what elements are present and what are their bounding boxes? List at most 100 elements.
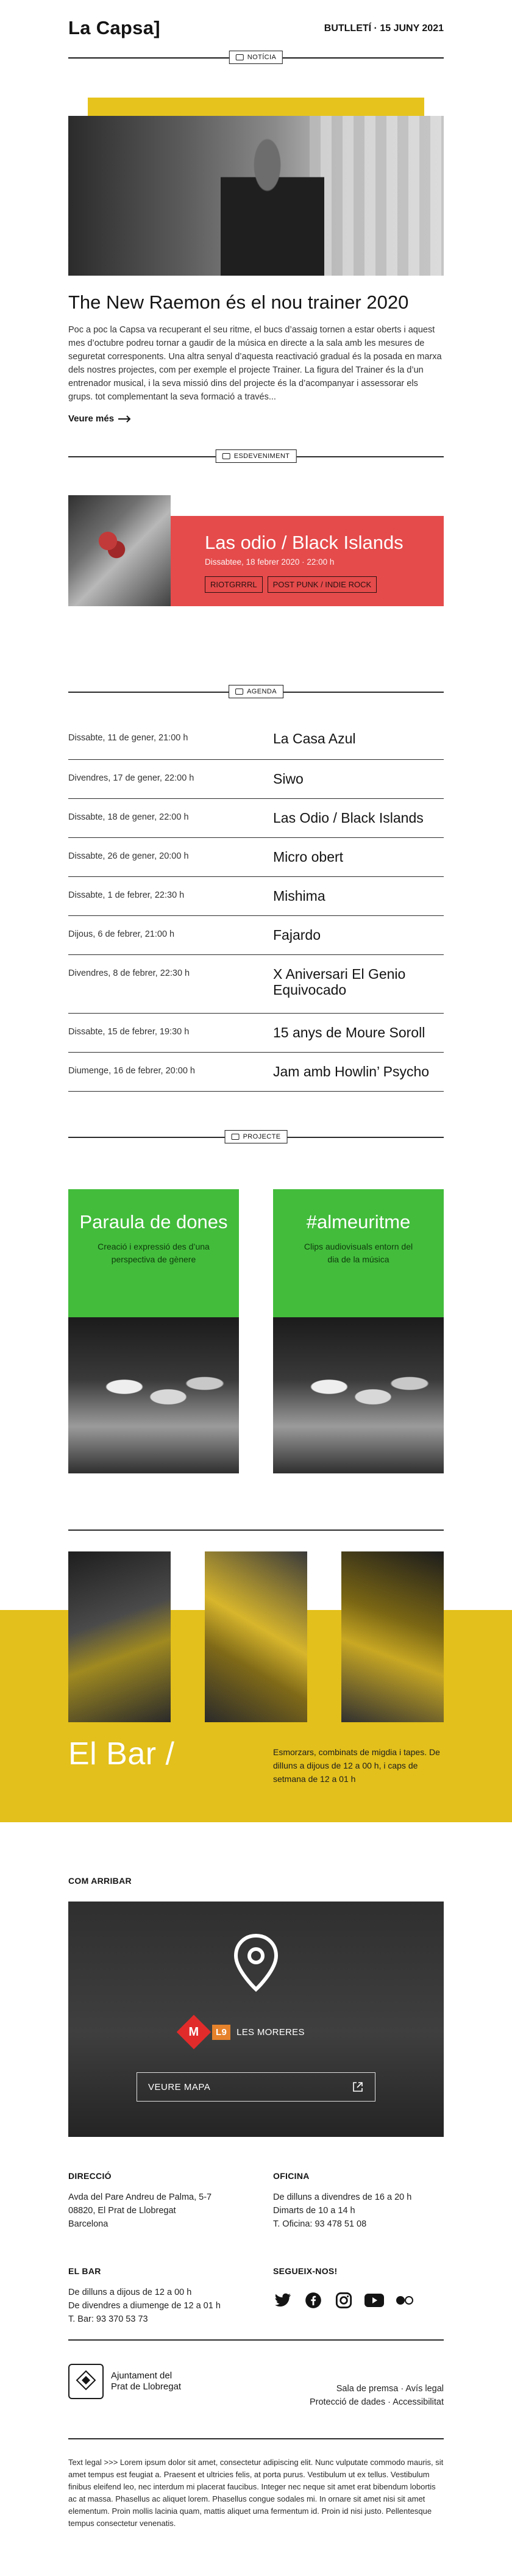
view-map-label: VEURE MAPA bbox=[148, 2081, 211, 2092]
newspaper-icon bbox=[235, 54, 244, 60]
agenda-row[interactable]: Dissabte, 26 de gener, 20:00 h Micro ober… bbox=[68, 838, 444, 877]
event-tag[interactable]: POST PUNK / INDIE ROCK bbox=[267, 576, 377, 593]
follow-heading: SEGUEIX-NOS! bbox=[273, 2266, 338, 2276]
footer-links: Sala de premsa · Avís legal Protecció de… bbox=[310, 2382, 444, 2409]
address-line: Avda del Pare Andreu de Palma, 5-7 bbox=[68, 2192, 212, 2202]
agenda-row[interactable]: Dissabte, 15 de febrer, 19:30 h 15 anys d… bbox=[68, 1014, 444, 1053]
arrow-right-icon bbox=[118, 415, 131, 423]
agenda-row[interactable]: Dissabte, 11 de gener, 21:00 h La Casa Az… bbox=[68, 720, 444, 760]
news-body: Poc a poc la Capsa va recuperant el seu … bbox=[68, 325, 442, 402]
station-name: LES MORERES bbox=[236, 2027, 305, 2038]
section-tag-news: NOTÍCIA bbox=[229, 51, 283, 64]
agenda-date: Dissabte, 11 de gener, 21:00 h bbox=[68, 733, 188, 743]
external-link-icon bbox=[353, 2082, 363, 2092]
bulletin-label: BUTLLETÍ bbox=[324, 23, 372, 34]
location-pin-icon bbox=[233, 1933, 279, 1992]
agenda-act: Mishima bbox=[273, 888, 325, 904]
map-card[interactable]: M L9 LES MORERES VEURE MAPA bbox=[68, 1902, 444, 2137]
bar-description: Esmorzars, combinats de migdia i tapes. … bbox=[273, 1747, 440, 1784]
section-tag-agenda: AGENDA bbox=[229, 685, 283, 698]
bar-title[interactable]: El Bar / bbox=[68, 1736, 175, 1772]
office-text: De dilluns a divendres de 16 a 20 h Dima… bbox=[273, 2191, 411, 2231]
legal-notice-link[interactable]: Avís legal bbox=[405, 2384, 444, 2394]
event-date: Dissabtee, 18 febrer 2020 · 22:00 h bbox=[205, 557, 335, 567]
section-tag-event: ESDEVENIMENT bbox=[215, 449, 297, 463]
agenda-date: Dissabte, 15 de febrer, 19:30 h bbox=[68, 1027, 190, 1037]
footer-divider bbox=[68, 2339, 444, 2341]
twitter-icon[interactable] bbox=[273, 2291, 293, 2310]
calendar-icon bbox=[235, 689, 244, 695]
section-tag-label: NOTÍCIA bbox=[247, 54, 277, 61]
instagram-icon[interactable] bbox=[334, 2291, 354, 2310]
office-line: Dimarts de 10 a 14 h bbox=[273, 2206, 355, 2216]
bar-divider bbox=[68, 1530, 444, 1531]
office-line[interactable]: T. Oficina: 93 478 51 08 bbox=[273, 2217, 411, 2231]
bulletin-date: 15 JUNY 2021 bbox=[380, 23, 444, 34]
agenda-row[interactable]: Dissabte, 1 de febrer, 22:30 h Mishima bbox=[68, 877, 444, 916]
read-more-link[interactable]: Veure més bbox=[68, 413, 131, 424]
project-image bbox=[273, 1317, 444, 1473]
agenda-act: Micro obert bbox=[273, 849, 344, 865]
news-image[interactable] bbox=[68, 116, 444, 276]
address-text: Avda del Pare Andreu de Palma, 5-7 08820… bbox=[68, 2191, 212, 2231]
agenda-date: Dissabte, 18 de gener, 22:00 h bbox=[68, 812, 189, 822]
stage-lights bbox=[285, 1360, 432, 1427]
view-map-button[interactable]: VEURE MAPA bbox=[137, 2072, 375, 2102]
newsletter-page: La Capsa] BUTLLETÍ · 15 JUNY 2021 NOTÍCI… bbox=[0, 0, 512, 2576]
bulletin-info: BUTLLETÍ · 15 JUNY 2021 bbox=[324, 23, 444, 34]
agenda-act: Las Odio / Black Islands bbox=[273, 810, 424, 826]
event-image[interactable] bbox=[68, 495, 171, 606]
legal-text: Text legal >>> Lorem ipsum dolor sit ame… bbox=[68, 2458, 444, 2528]
agenda-row[interactable]: Divendres, 17 de gener, 22:00 h Siwo bbox=[68, 760, 444, 799]
metro-info: M L9 LES MORERES bbox=[176, 2014, 305, 2050]
section-tag-label: PROJECTE bbox=[243, 1133, 281, 1140]
press-room-link[interactable]: Sala de premsa bbox=[336, 2384, 399, 2394]
event-card[interactable]: Las odio / Black Islands Dissabtee, 18 f… bbox=[171, 516, 444, 606]
line-badge: L9 bbox=[212, 2024, 231, 2040]
facebook-icon[interactable] bbox=[304, 2291, 323, 2310]
social-links bbox=[273, 2291, 414, 2310]
agenda-row[interactable]: Diumenge, 16 de febrer, 20:00 h Jam amb H… bbox=[68, 1053, 444, 1092]
flickr-icon[interactable] bbox=[395, 2291, 414, 2310]
project-desc: Creació i expressió des d’una perspectiv… bbox=[98, 1242, 210, 1264]
project-title: Paraula de dones bbox=[79, 1211, 228, 1233]
legal-divider bbox=[68, 2438, 444, 2439]
bar-hours-text: De dilluns a dijous de 12 a 00 h De dive… bbox=[68, 2286, 221, 2326]
agenda-date: Dissabte, 26 de gener, 20:00 h bbox=[68, 851, 189, 861]
agenda-act: Siwo bbox=[273, 771, 304, 787]
project-header: #almeuritme Clips audiovisuals entorn de… bbox=[273, 1189, 444, 1317]
agenda-date: Diumenge, 16 de febrer, 20:00 h bbox=[68, 1066, 195, 1076]
project-card[interactable]: #almeuritme Clips audiovisuals entorn de… bbox=[273, 1189, 444, 1473]
calendar-icon bbox=[222, 453, 230, 459]
link-separator: · bbox=[388, 2397, 393, 2407]
section-tag-projects: PROJECTE bbox=[224, 1130, 288, 1143]
news-title[interactable]: The New Raemon és el nou trainer 2020 bbox=[68, 292, 408, 313]
agenda-act: 15 anys de Moure Soroll bbox=[273, 1025, 425, 1040]
logo[interactable]: La Capsa] bbox=[68, 17, 160, 39]
project-image bbox=[68, 1317, 239, 1473]
directions-heading: COM ARRIBAR bbox=[68, 1876, 132, 1886]
agenda-row[interactable]: Dijous, 6 de febrer, 21:00 h Fajardo bbox=[68, 916, 444, 955]
agenda-list: Dissabte, 11 de gener, 21:00 h La Casa Az… bbox=[68, 720, 444, 1092]
address-heading: DIRECCIÓ bbox=[68, 2171, 112, 2181]
read-more-label: Veure més bbox=[68, 413, 115, 424]
person-figure bbox=[221, 122, 324, 276]
city-council-logo[interactable]: Ajuntament del Prat de Llobregat bbox=[68, 2364, 181, 2399]
section-tag-label: AGENDA bbox=[247, 688, 277, 695]
agenda-row[interactable]: Dissabte, 18 de gener, 22:00 h Las Odio /… bbox=[68, 799, 444, 838]
agenda-row[interactable]: Divendres, 8 de febrer, 22:30 h X Anivers… bbox=[68, 955, 444, 1014]
project-header: Paraula de dones Creació i expressió des… bbox=[68, 1189, 239, 1317]
youtube-icon[interactable] bbox=[364, 2291, 384, 2310]
news-accent-band bbox=[88, 98, 424, 116]
agenda-date: Dijous, 6 de febrer, 21:00 h bbox=[68, 929, 175, 939]
metro-letter: M bbox=[188, 2025, 199, 2039]
address-line: Barcelona bbox=[68, 2219, 108, 2229]
agenda-date: Divendres, 17 de gener, 22:00 h bbox=[68, 773, 194, 783]
accessibility-link[interactable]: Accessibilitat bbox=[393, 2397, 444, 2407]
bar-hours-line[interactable]: T. Bar: 93 370 53 73 bbox=[68, 2313, 221, 2326]
office-heading: OFICINA bbox=[273, 2171, 310, 2181]
event-tag[interactable]: RIOTGRRRL bbox=[205, 576, 263, 593]
project-card[interactable]: Paraula de dones Creació i expressió des… bbox=[68, 1189, 239, 1473]
city-council-name: Ajuntament del Prat de Llobregat bbox=[111, 2370, 181, 2392]
data-protection-link[interactable]: Protecció de dades bbox=[310, 2397, 385, 2407]
